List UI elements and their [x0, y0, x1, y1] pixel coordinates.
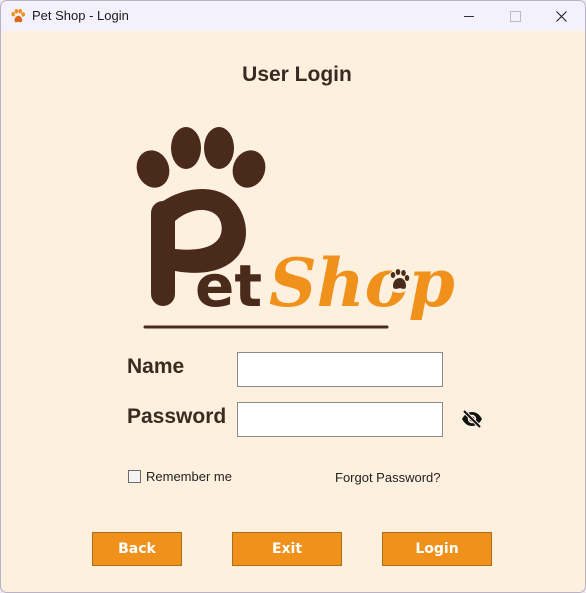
page-title: User Login [242, 63, 352, 86]
window-title: Pet Shop - Login [32, 8, 129, 23]
name-label: Name [127, 355, 185, 378]
minimize-icon [464, 15, 474, 17]
back-button[interactable]: Back [92, 532, 182, 566]
password-label: Password [127, 405, 227, 428]
svg-text:Shop: Shop [269, 244, 455, 322]
maximize-button[interactable] [492, 1, 538, 31]
title-bar[interactable]: Pet Shop - Login [1, 1, 585, 31]
close-button[interactable] [538, 1, 584, 31]
remember-me-option[interactable]: Remember me [128, 469, 232, 484]
forgot-password-link[interactable]: Forgot Password? [335, 470, 441, 485]
pet-shop-logo: et Shop [136, 127, 455, 329]
name-input[interactable] [237, 352, 443, 387]
close-icon [555, 10, 567, 22]
login-window: Pet Shop - Login User Login et Shop Name… [0, 0, 586, 593]
login-button[interactable]: Login [382, 532, 492, 566]
eye-slash-icon[interactable] [460, 409, 484, 429]
svg-text:et: et [195, 252, 262, 320]
paw-icon [11, 9, 25, 23]
login-content: User Login et Shop Name Password Remembe… [1, 31, 585, 592]
password-input[interactable] [237, 402, 443, 437]
minimize-button[interactable] [446, 1, 492, 31]
remember-me-checkbox[interactable] [128, 470, 141, 483]
remember-me-label: Remember me [146, 469, 232, 484]
maximize-icon [509, 10, 521, 22]
exit-button[interactable]: Exit [232, 532, 342, 566]
